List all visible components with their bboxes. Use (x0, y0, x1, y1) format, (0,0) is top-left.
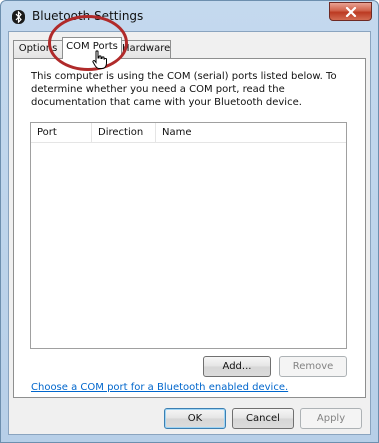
tab-options[interactable]: Options (13, 40, 63, 58)
column-header-name[interactable]: Name (156, 123, 346, 142)
title-bar[interactable]: Bluetooth Settings (1, 1, 378, 31)
list-header: Port Direction Name (31, 123, 346, 143)
close-icon (345, 7, 357, 17)
bluetooth-settings-window: Bluetooth Settings Options COM Ports Har… (0, 0, 379, 443)
cancel-button[interactable]: Cancel (232, 408, 294, 429)
com-ports-description: This computer is using the COM (serial) … (31, 71, 337, 108)
apply-button[interactable]: Apply (300, 408, 362, 429)
tab-hardware[interactable]: Hardware (121, 40, 171, 58)
ok-button[interactable]: OK (164, 408, 226, 429)
window-title: Bluetooth Settings (32, 9, 144, 23)
com-ports-panel: This computer is using the COM (serial) … (13, 58, 366, 398)
tab-com-ports[interactable]: COM Ports (62, 37, 122, 59)
bluetooth-icon (12, 10, 25, 24)
help-link-choose-com-port[interactable]: Choose a COM port for a Bluetooth enable… (31, 382, 288, 393)
dialog-client-area: Options COM Ports Hardware This computer… (8, 31, 371, 435)
close-button[interactable] (329, 2, 372, 21)
add-button[interactable]: Add... (203, 356, 271, 377)
column-header-direction[interactable]: Direction (92, 123, 156, 142)
column-header-port[interactable]: Port (31, 123, 92, 142)
remove-button[interactable]: Remove (279, 356, 347, 377)
com-ports-list[interactable]: Port Direction Name (30, 122, 347, 349)
